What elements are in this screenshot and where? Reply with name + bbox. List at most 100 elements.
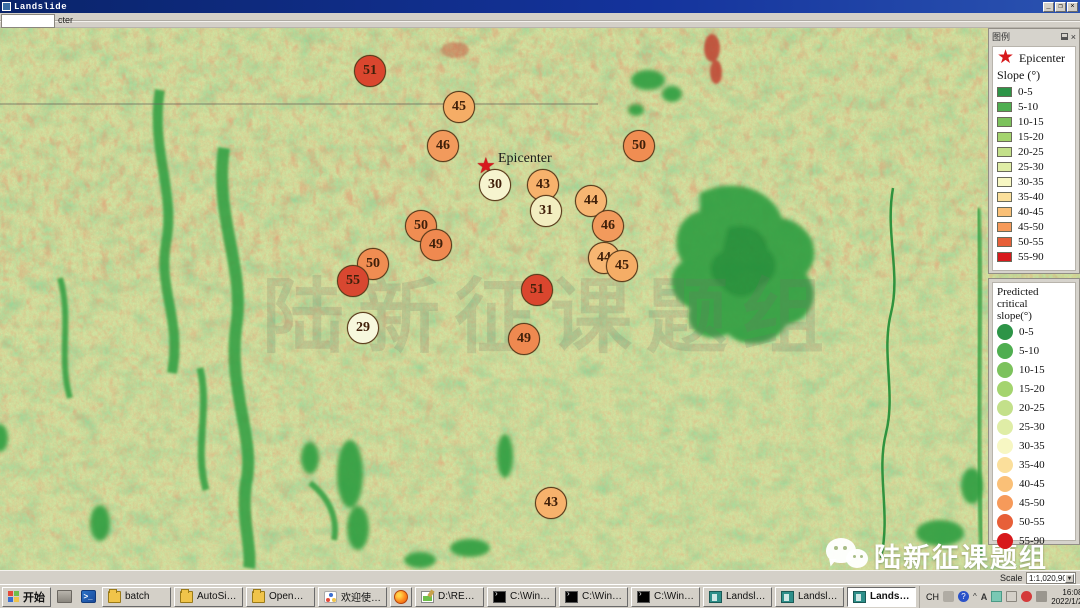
slope-marker[interactable]: 49 xyxy=(420,229,452,261)
taskbar-button--[interactable]: 欢迎使用画... xyxy=(318,587,387,607)
legend-class-row: 35-40 xyxy=(993,189,1075,204)
title-bar[interactable]: Landslide _ ❐ × xyxy=(0,0,1080,13)
predicted-class-row: 45-50 xyxy=(993,493,1075,512)
tray-app-icon[interactable] xyxy=(991,591,1002,602)
slope-marker[interactable]: 29 xyxy=(347,312,379,344)
predicted-legend-title-line1: Predicted critical xyxy=(993,283,1075,310)
system-tray: CH ? ^ A 16:08 2022/1/2 xyxy=(919,586,1080,608)
speaker-icon[interactable] xyxy=(943,591,954,602)
flag-icon[interactable] xyxy=(1006,591,1017,602)
taskbar-button-opensees[interactable]: OpenSees xyxy=(246,587,315,607)
map-icon xyxy=(709,591,722,603)
legend-range-label: 55-90 xyxy=(1018,251,1044,263)
map-view[interactable]: 陆新征课题组 ★ Epicenter 514546503043443150464… xyxy=(0,28,1080,570)
help-icon[interactable]: ? xyxy=(958,591,969,602)
start-button[interactable]: 开始 xyxy=(2,587,51,607)
tray-expand-icon[interactable]: ^ xyxy=(973,592,977,601)
legend-class-row: 30-35 xyxy=(993,174,1075,189)
status-bar: Scale 1:1,020,904 ▼ xyxy=(0,570,1080,584)
legend-slope-panel: 图例 × ★ Epicenter Slope (°) 0-55-1010-151… xyxy=(988,28,1080,274)
notification-icon[interactable] xyxy=(1021,591,1032,602)
tray-misc-icon[interactable] xyxy=(1036,591,1047,602)
legend-swatch xyxy=(997,192,1012,202)
slope-marker[interactable]: 45 xyxy=(606,250,638,282)
predicted-legend-classes: 0-55-1010-1515-2020-2525-3030-3535-4040-… xyxy=(993,322,1075,550)
ime-mode-icon[interactable]: A xyxy=(981,592,988,602)
language-indicator[interactable]: CH xyxy=(926,592,939,602)
predicted-class-row: 10-15 xyxy=(993,360,1075,379)
slope-marker[interactable]: 49 xyxy=(508,323,540,355)
taskbar-button-landslide[interactable]: Landslide xyxy=(703,587,772,607)
legend-swatch xyxy=(997,117,1012,127)
slope-marker[interactable]: 51 xyxy=(354,55,386,87)
taskbar-button-landslide[interactable]: Landslide xyxy=(775,587,844,607)
slope-marker[interactable]: 46 xyxy=(427,130,459,162)
taskbar-button-autosimula-[interactable]: AutoSimula... xyxy=(174,587,243,607)
taskbar-button-c-windows-[interactable]: C:\Windows... xyxy=(559,587,628,607)
folder-icon xyxy=(252,591,265,603)
legend-range-label: 15-20 xyxy=(1018,131,1044,143)
legend-predicted-panel: Predicted critical slope(°) 0-55-1010-15… xyxy=(988,278,1080,545)
slope-marker[interactable]: 46 xyxy=(592,210,624,242)
predicted-range-label: 55-90 xyxy=(1019,535,1045,547)
slope-marker[interactable]: 55 xyxy=(337,265,369,297)
slope-marker[interactable]: 50 xyxy=(623,130,655,162)
scale-dropdown[interactable]: 1:1,020,904 ▼ xyxy=(1026,572,1076,584)
map-icon xyxy=(781,591,794,603)
predicted-swatch xyxy=(997,495,1013,511)
predicted-range-label: 5-10 xyxy=(1019,345,1039,357)
chevron-down-icon[interactable]: ▼ xyxy=(1065,574,1074,583)
taskbar-button-d-red-act-[interactable]: D:\RED-ACT... xyxy=(415,587,484,607)
predicted-class-row: 35-40 xyxy=(993,455,1075,474)
legend-class-row: 55-90 xyxy=(993,249,1075,264)
wechat-icon xyxy=(826,538,868,571)
legend-swatch xyxy=(997,102,1012,112)
cmd-icon xyxy=(637,591,650,603)
slope-marker[interactable]: 31 xyxy=(530,195,562,227)
paint-icon xyxy=(421,591,434,603)
slope-marker[interactable]: 43 xyxy=(535,487,567,519)
taskbar-button-batch[interactable]: batch xyxy=(102,587,171,607)
taskbar-button-firefox[interactable] xyxy=(390,587,412,607)
legend-class-row: 5-10 xyxy=(993,99,1075,114)
slope-marker[interactable]: 51 xyxy=(521,274,553,306)
slope-marker[interactable]: 30 xyxy=(479,169,511,201)
legend-range-label: 20-25 xyxy=(1018,146,1044,158)
legend-swatch xyxy=(997,222,1012,232)
legend-swatch xyxy=(997,147,1012,157)
application-window: Landslide _ ❐ × cter xyxy=(0,0,1080,608)
predicted-swatch xyxy=(997,514,1013,530)
taskbar-button-label: C:\Windows... xyxy=(582,591,622,602)
legend-class-row: 10-15 xyxy=(993,114,1075,129)
predicted-range-label: 30-35 xyxy=(1019,440,1045,452)
slope-marker[interactable]: 45 xyxy=(443,91,475,123)
powershell-icon[interactable]: >_ xyxy=(78,588,98,606)
predicted-swatch xyxy=(997,362,1013,378)
slope-legend-classes: 0-55-1010-1515-2020-2525-3030-3535-4040-… xyxy=(993,84,1075,264)
toolbar-combobox[interactable] xyxy=(1,14,55,28)
legend-slope-header[interactable]: 图例 × xyxy=(989,29,1079,44)
minimize-button[interactable]: _ xyxy=(1043,2,1054,12)
predicted-class-row: 50-55 xyxy=(993,512,1075,531)
close-button[interactable]: × xyxy=(1067,2,1078,12)
legend-slope-title: 图例 xyxy=(992,30,1010,43)
legend-swatch xyxy=(997,177,1012,187)
pin-icon[interactable] xyxy=(1061,33,1068,40)
legend-class-row: 45-50 xyxy=(993,219,1075,234)
legend-range-label: 30-35 xyxy=(1018,176,1044,188)
show-desktop-icon[interactable] xyxy=(54,588,74,606)
taskbar-button-c-windows-[interactable]: C:\Windows... xyxy=(487,587,556,607)
predicted-swatch xyxy=(997,400,1013,416)
predicted-swatch xyxy=(997,343,1013,359)
predicted-range-label: 50-55 xyxy=(1019,516,1045,528)
predicted-class-row: 15-20 xyxy=(993,379,1075,398)
taskbar-button-landslide[interactable]: Landslide xyxy=(847,587,916,607)
taskbar-button-c-windows-[interactable]: C:\Windows... xyxy=(631,587,700,607)
ff-icon xyxy=(394,590,408,604)
predicted-class-row: 0-5 xyxy=(993,322,1075,341)
maximize-button[interactable]: ❐ xyxy=(1055,2,1066,12)
predicted-swatch xyxy=(997,533,1013,549)
legend-close-icon[interactable]: × xyxy=(1071,33,1076,41)
predicted-swatch xyxy=(997,476,1013,492)
clock[interactable]: 16:08 2022/1/2 xyxy=(1051,588,1080,606)
